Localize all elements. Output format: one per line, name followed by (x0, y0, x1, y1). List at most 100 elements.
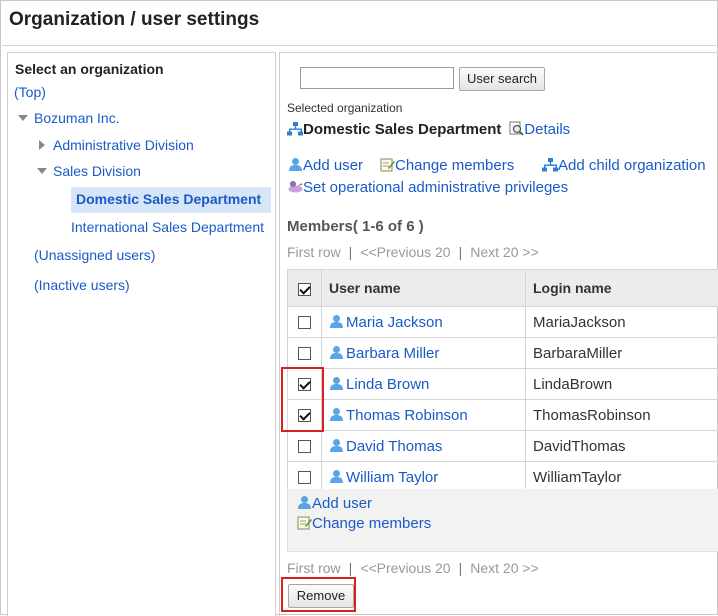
select-all-checkbox[interactable] (298, 283, 311, 296)
organization-icon (542, 158, 558, 172)
selected-org-label: Selected organization (287, 101, 402, 115)
title-divider (2, 45, 716, 46)
user-name-cell: Linda Brown (322, 369, 526, 400)
collapse-arrow-icon[interactable] (18, 115, 28, 121)
members-footer: Add user Change members (287, 489, 718, 552)
page-title: Organization / user settings (9, 9, 259, 31)
select-all-cell (288, 270, 322, 307)
add-user-action[interactable]: Add user (288, 157, 363, 174)
privileges-link[interactable]: Set operational administrative privilege… (303, 179, 568, 196)
user-name-link[interactable]: Barbara Miller (346, 345, 439, 362)
pager-top: First row|<<Previous 20|Next 20 >> (287, 244, 539, 260)
tree-item-domestic-sales-selected[interactable]: Domestic Sales Department (71, 187, 271, 213)
row-checkbox-cell (288, 338, 322, 369)
tree-item-domestic-sales-label: Domestic Sales Department (76, 191, 261, 207)
add-child-organization-action[interactable]: Add child organization (542, 157, 706, 174)
members-table: User name Login name Maria Jackson MariaJ… (287, 269, 718, 493)
details-link[interactable]: Details (524, 121, 570, 138)
user-icon (329, 345, 344, 360)
tree-node-admin: Administrative Division (39, 137, 194, 153)
footer-add-user-action[interactable]: Add user (297, 495, 372, 512)
org-tree-panel: Select an organization (Top) Bozuman Inc… (7, 52, 276, 616)
user-name-link[interactable]: Maria Jackson (346, 314, 443, 331)
table-row: Maria Jackson MariaJackson (288, 307, 718, 338)
tree-item-unassigned-users[interactable]: (Unassigned users) (34, 247, 155, 263)
edit-note-icon (380, 157, 395, 172)
user-search-input[interactable] (300, 67, 454, 89)
pager-first: First row (287, 244, 341, 260)
user-name-link[interactable]: Thomas Robinson (346, 407, 468, 424)
user-icon (329, 438, 344, 453)
row-checkbox[interactable] (298, 471, 311, 484)
user-name-cell: David Thomas (322, 431, 526, 462)
expand-arrow-icon[interactable] (39, 140, 45, 150)
privileges-icon (288, 179, 303, 194)
user-icon (297, 495, 312, 510)
user-icon (288, 157, 303, 172)
login-name-cell: MariaJackson (526, 307, 718, 338)
tree-node-root: Bozuman Inc. (18, 110, 120, 126)
footer-add-user-link[interactable]: Add user (312, 495, 372, 512)
details-link-group[interactable]: Details (509, 121, 570, 137)
table-row: Thomas Robinson ThomasRobinson (288, 400, 718, 431)
pager-first: First row (287, 560, 341, 576)
tree-item-bozuman[interactable]: Bozuman Inc. (34, 110, 120, 126)
pager-next: Next 20 >> (470, 244, 539, 260)
tree-item-international-sales[interactable]: International Sales Department (71, 219, 264, 235)
login-name-cell: ThomasRobinson (526, 400, 718, 431)
user-search-button[interactable]: User search (459, 67, 545, 91)
column-header-user-name: User name (322, 270, 526, 307)
user-name-cell: William Taylor (322, 462, 526, 493)
user-icon (329, 314, 344, 329)
login-name-cell: DavidThomas (526, 431, 718, 462)
table-row: William Taylor WilliamTaylor (288, 462, 718, 493)
change-members-link[interactable]: Change members (395, 157, 514, 174)
add-user-link[interactable]: Add user (303, 157, 363, 174)
row-checkbox[interactable] (298, 316, 311, 329)
pager-previous: <<Previous 20 (360, 560, 450, 576)
footer-change-members-action[interactable]: Change members (297, 515, 431, 532)
tree-node-sales: Sales Division (37, 163, 141, 179)
footer-change-members-link[interactable]: Change members (312, 515, 431, 532)
pager-previous: <<Previous 20 (360, 244, 450, 260)
window-frame: Organization / user settings Select an o… (0, 0, 718, 615)
tree-item-inactive-users[interactable]: (Inactive users) (34, 277, 130, 293)
checked-rows-highlight (281, 367, 324, 432)
table-row: Barbara Miller BarbaraMiller (288, 338, 718, 369)
organization-icon (287, 122, 303, 136)
tree-item-top[interactable]: (Top) (14, 84, 46, 100)
user-name-link[interactable]: William Taylor (346, 469, 438, 486)
org-tree-heading: Select an organization (15, 61, 164, 77)
collapse-arrow-icon[interactable] (37, 168, 47, 174)
row-checkbox-cell (288, 462, 322, 493)
edit-note-icon (297, 515, 312, 530)
user-name-link[interactable]: Linda Brown (346, 376, 429, 393)
tree-item-sales-division[interactable]: Sales Division (53, 163, 141, 179)
remove-button-highlight (281, 577, 356, 612)
details-magnifier-icon (509, 121, 524, 136)
row-checkbox[interactable] (298, 440, 311, 453)
user-name-cell: Thomas Robinson (322, 400, 526, 431)
user-icon (329, 376, 344, 391)
table-row: David Thomas DavidThomas (288, 431, 718, 462)
privileges-action[interactable]: Set operational administrative privilege… (288, 179, 568, 196)
add-child-organization-link[interactable]: Add child organization (558, 157, 706, 174)
pager-bottom: First row|<<Previous 20|Next 20 >> (287, 560, 539, 576)
members-title: Members( 1-6 of 6 ) (287, 218, 424, 235)
pager-next: Next 20 >> (470, 560, 539, 576)
user-icon (329, 407, 344, 422)
login-name-cell: WilliamTaylor (526, 462, 718, 493)
user-name-cell: Barbara Miller (322, 338, 526, 369)
selected-org-row: Domestic Sales Department Details (287, 121, 570, 138)
user-name-cell: Maria Jackson (322, 307, 526, 338)
tree-item-administrative-division[interactable]: Administrative Division (53, 137, 194, 153)
row-checkbox[interactable] (298, 347, 311, 360)
user-name-link[interactable]: David Thomas (346, 438, 442, 455)
column-header-login-name: Login name (526, 270, 718, 307)
user-icon (329, 469, 344, 484)
change-members-action[interactable]: Change members (380, 157, 514, 174)
row-checkbox-cell (288, 431, 322, 462)
login-name-cell: BarbaraMiller (526, 338, 718, 369)
selected-org-name: Domestic Sales Department (303, 121, 501, 138)
org-detail-panel: User search Selected organization Domest… (279, 52, 718, 616)
